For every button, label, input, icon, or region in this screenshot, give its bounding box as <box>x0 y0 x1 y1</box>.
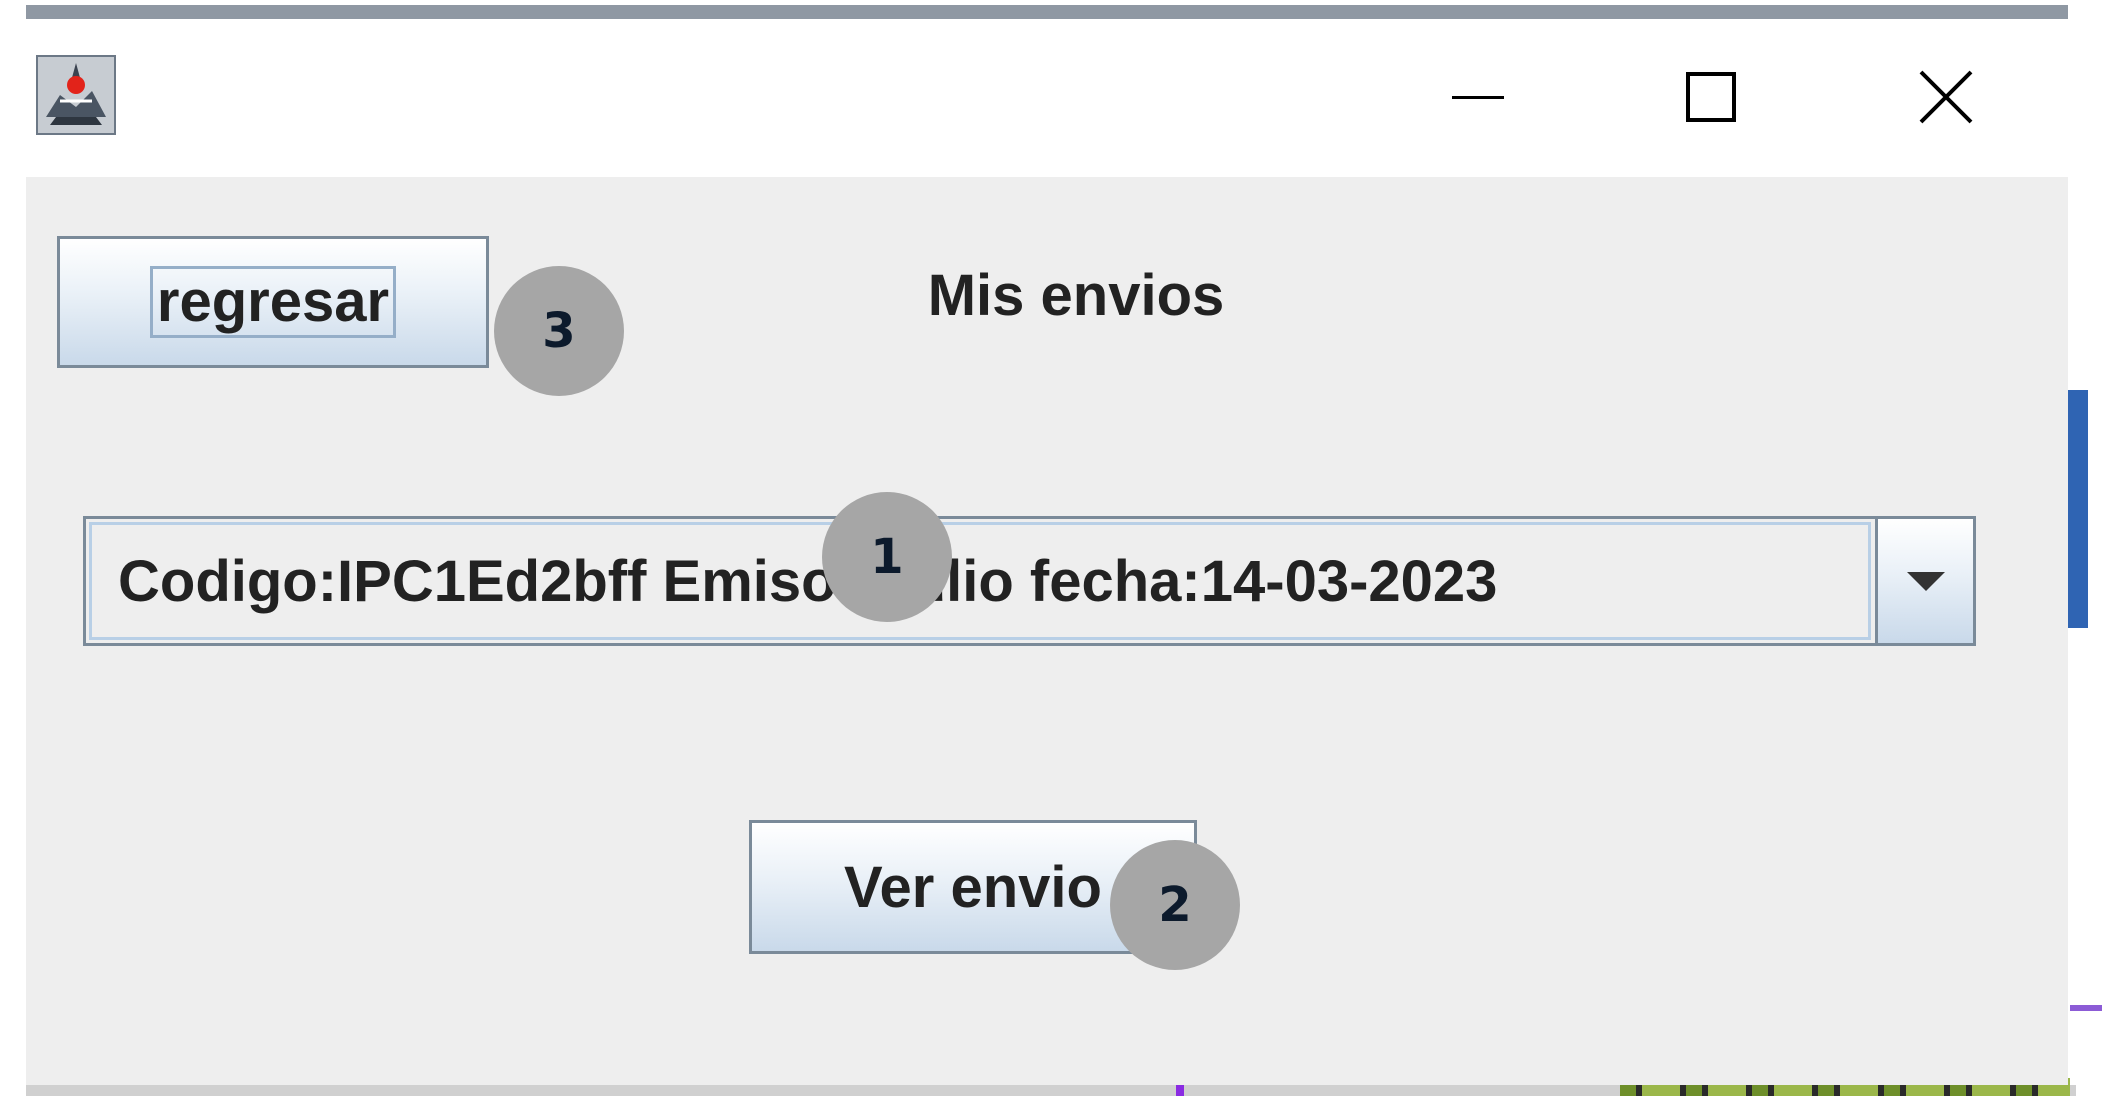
desktop-background <box>26 5 2076 19</box>
back-button[interactable]: regresar <box>57 236 489 368</box>
minimize-icon <box>1452 96 1504 99</box>
annotation-marker-1: 1 <box>822 492 952 622</box>
title-bar <box>26 22 2068 177</box>
dropdown-button[interactable] <box>1875 519 1973 643</box>
java-app-icon <box>36 55 116 135</box>
close-icon <box>1919 70 1973 124</box>
maximize-button[interactable] <box>1671 62 1751 132</box>
desktop-background <box>2070 1005 2102 1011</box>
annotation-marker-3: 3 <box>494 266 624 396</box>
close-button[interactable] <box>1906 62 1986 132</box>
background-window-scrollbar <box>2068 390 2088 628</box>
page-title: Mis envios <box>927 263 1225 328</box>
minimize-button[interactable] <box>1438 62 1518 132</box>
back-button-label: regresar <box>149 266 397 338</box>
maximize-icon <box>1686 72 1736 122</box>
app-window: Mis envios regresar Codigo:IPC1Ed2bff Em… <box>26 22 2068 1085</box>
chevron-down-icon <box>1906 571 1945 591</box>
desktop-background <box>1176 1085 1184 1096</box>
shipment-select[interactable]: Codigo:IPC1Ed2bff Emisor:Julio fecha:14-… <box>83 516 1976 646</box>
annotation-marker-2: 2 <box>1110 840 1240 970</box>
shipment-select-value[interactable]: Codigo:IPC1Ed2bff Emisor:Julio fecha:14-… <box>89 522 1871 640</box>
